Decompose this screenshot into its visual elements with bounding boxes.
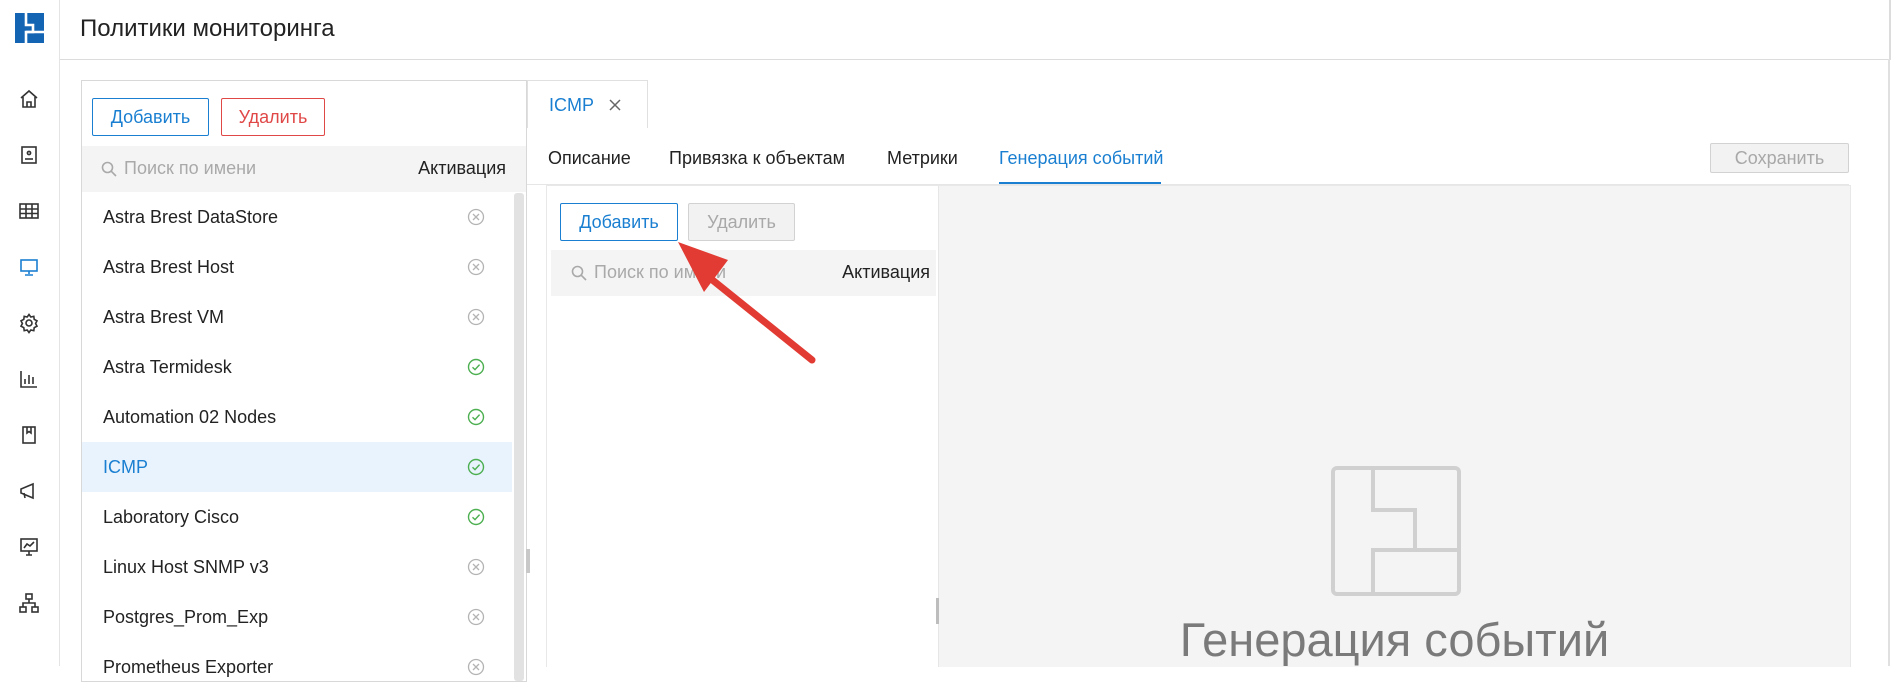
tab-metrics[interactable]: Метрики: [887, 148, 958, 169]
sidebar: [0, 0, 60, 666]
inactive-status-icon[interactable]: [467, 308, 485, 326]
right-edge-divider: [1888, 59, 1890, 666]
policy-item[interactable]: Linux Host SNMP v3: [82, 542, 512, 592]
add-event-button[interactable]: Добавить: [560, 203, 678, 241]
inactive-status-icon[interactable]: [467, 608, 485, 626]
policy-name: Astra Brest VM: [103, 307, 225, 327]
save-button[interactable]: Сохранить: [1710, 143, 1849, 173]
activation-column-header[interactable]: Активация: [418, 158, 506, 179]
active-tab-indicator: [999, 182, 1161, 184]
tab-event-generation[interactable]: Генерация событий: [999, 148, 1163, 169]
active-status-icon[interactable]: [467, 508, 485, 526]
open-policy-tab[interactable]: ICMP: [527, 80, 648, 129]
inactive-status-icon[interactable]: [467, 258, 485, 276]
inactive-status-icon[interactable]: [467, 558, 485, 576]
event-generation-content: Добавить Удалить Поиск по имени Активаци…: [546, 185, 1851, 667]
inactive-status-icon[interactable]: [467, 208, 485, 226]
policy-item[interactable]: Automation 02 Nodes: [82, 392, 512, 442]
tab-object-binding[interactable]: Привязка к объектам: [669, 148, 845, 169]
inactive-status-icon[interactable]: [467, 658, 485, 676]
close-icon[interactable]: [608, 98, 622, 117]
policies-search-row: Поиск по имени Активация: [82, 146, 526, 192]
policy-item[interactable]: Astra Brest VM: [82, 292, 512, 342]
megaphone-icon[interactable]: [15, 477, 43, 505]
add-policy-button[interactable]: Добавить: [92, 98, 209, 136]
active-status-icon[interactable]: [467, 358, 485, 376]
search-icon: [101, 161, 117, 182]
empty-state-title: Генерация событий: [1179, 613, 1610, 666]
policy-name: Astra Brest Host: [103, 257, 235, 277]
policy-name: ICMP: [103, 457, 148, 477]
policy-name: Automation 02 Nodes: [103, 407, 277, 427]
policy-item-selected[interactable]: ICMP: [82, 442, 512, 492]
active-status-icon[interactable]: [467, 408, 485, 426]
table-icon[interactable]: [15, 197, 43, 225]
policy-name: Linux Host SNMP v3: [103, 557, 269, 577]
policies-scrollbar[interactable]: [514, 193, 524, 681]
section-tabs: Описание Привязка к объектам Метрики Ген…: [527, 128, 1849, 185]
events-search-row: Поиск по имени Активация: [551, 250, 936, 296]
presentation-chart-icon[interactable]: [15, 533, 43, 561]
split-resize-handle[interactable]: [936, 598, 939, 624]
policies-search-input[interactable]: Поиск по имени: [124, 158, 256, 179]
policy-item[interactable]: Astra Brest Host: [82, 242, 512, 292]
open-policy-tab-label: ICMP: [549, 95, 594, 115]
search-icon: [571, 265, 587, 286]
monitor-icon[interactable]: [15, 253, 43, 281]
policy-item[interactable]: Prometheus Exporter: [82, 642, 512, 692]
empty-state: Генерация событий: [939, 186, 1850, 667]
book-icon[interactable]: [15, 421, 43, 449]
delete-event-button[interactable]: Удалить: [688, 203, 795, 241]
policy-name: Laboratory Cisco: [103, 507, 240, 527]
events-search-input[interactable]: Поиск по имени: [594, 262, 726, 283]
policy-item[interactable]: Astra Termidesk: [82, 342, 512, 392]
tab-description[interactable]: Описание: [548, 148, 631, 169]
events-list-panel: Добавить Удалить Поиск по имени Активаци…: [547, 186, 939, 667]
gear-icon[interactable]: [15, 309, 43, 337]
active-status-icon[interactable]: [467, 458, 485, 476]
bar-chart-icon[interactable]: [15, 365, 43, 393]
policies-panel: Добавить Удалить Поиск по имени Активаци…: [81, 80, 527, 682]
app-logo-icon: [1331, 466, 1461, 596]
home-icon[interactable]: [15, 85, 43, 113]
network-icon[interactable]: [15, 589, 43, 617]
page-header: Политики мониторинга: [60, 0, 1891, 60]
policy-name: Prometheus Exporter: [103, 657, 274, 677]
events-activation-header[interactable]: Активация: [842, 262, 930, 283]
policy-name: Postgres_Prom_Exp: [103, 607, 269, 627]
policy-item[interactable]: Postgres_Prom_Exp: [82, 592, 512, 642]
dashboard-icon[interactable]: [15, 141, 43, 169]
page-title: Политики мониторинга: [80, 15, 335, 42]
policy-name: Astra Brest DataStore: [103, 207, 279, 227]
delete-policy-button[interactable]: Удалить: [221, 98, 325, 136]
policy-item[interactable]: Laboratory Cisco: [82, 492, 512, 542]
app-logo[interactable]: [15, 13, 44, 43]
policy-name: Astra Termidesk: [103, 357, 232, 377]
panel-resize-handle[interactable]: [526, 549, 530, 573]
policy-item[interactable]: Astra Brest DataStore: [82, 192, 512, 242]
